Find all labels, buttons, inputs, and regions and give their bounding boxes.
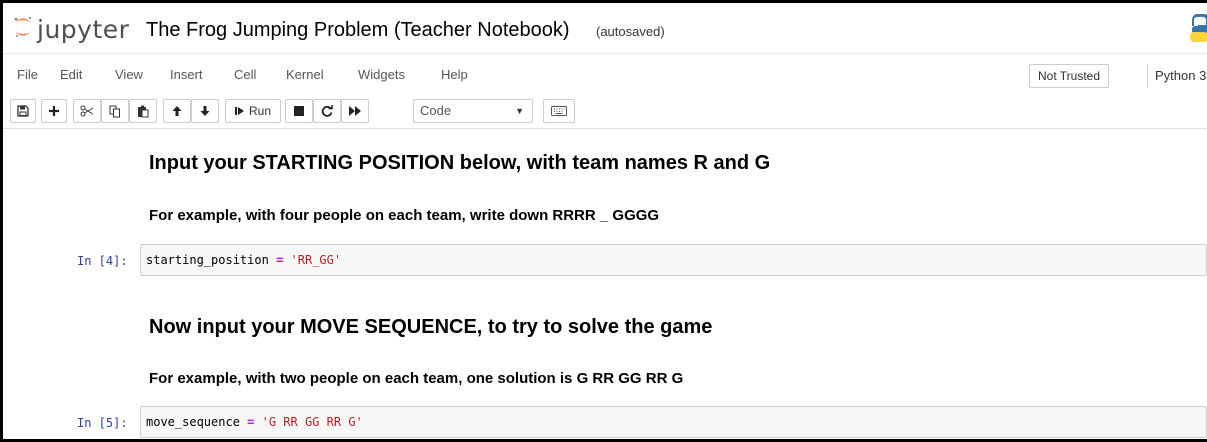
arrow-down-icon — [199, 105, 211, 117]
chevron-down-icon: ▼ — [515, 106, 524, 116]
kernel-separator — [1147, 64, 1148, 88]
cut-button[interactable] — [73, 99, 101, 123]
markdown-subheading-starting-example[interactable]: For example, with four people on each te… — [149, 207, 659, 224]
menu-widgets[interactable]: Widgets — [358, 67, 405, 82]
menu-edit[interactable]: Edit — [60, 67, 82, 82]
python-logo-icon — [1186, 14, 1207, 49]
code-cell-starting-position[interactable]: starting_position = 'RR_GG' — [140, 244, 1207, 276]
move-up-button[interactable] — [163, 99, 191, 123]
paste-button[interactable] — [129, 99, 157, 123]
menu-kernel[interactable]: Kernel — [286, 67, 324, 82]
menu-view[interactable]: View — [115, 67, 143, 82]
move-down-button[interactable] — [191, 99, 219, 123]
jupyter-window: jupyter The Frog Jumping Problem (Teache… — [0, 0, 1207, 442]
copy-button[interactable] — [101, 99, 129, 123]
notebook-title[interactable]: The Frog Jumping Problem (Teacher Notebo… — [146, 19, 570, 42]
markdown-subheading-move-example[interactable]: For example, with two people on each tea… — [149, 370, 683, 387]
menu-file[interactable]: File — [17, 67, 38, 82]
kernel-name[interactable]: Python 3 — [1155, 68, 1206, 83]
code-cell-move-sequence[interactable]: move_sequence = 'G RR GG RR G' — [140, 406, 1207, 438]
code-operator: = — [247, 415, 255, 429]
markdown-heading-starting-position[interactable]: Input your STARTING POSITION below, with… — [149, 152, 770, 175]
code-operator: = — [276, 253, 284, 267]
code-string: 'G RR GG RR G' — [261, 415, 363, 429]
header: jupyter The Frog Jumping Problem (Teache… — [3, 3, 1207, 53]
fast-forward-icon — [349, 106, 361, 116]
step-forward-icon — [234, 106, 245, 116]
command-palette-button[interactable] — [543, 99, 575, 123]
menu-cell[interactable]: Cell — [234, 67, 256, 82]
save-button[interactable] — [10, 99, 36, 123]
plus-icon — [48, 105, 60, 117]
autosave-status: (autosaved) — [596, 24, 665, 39]
interrupt-button[interactable] — [285, 99, 313, 123]
jupyter-logo[interactable]: jupyter — [13, 15, 129, 44]
stop-icon — [294, 106, 304, 116]
input-prompt: In [4]: — [77, 254, 128, 268]
code-variable: starting_position — [146, 253, 269, 267]
run-label: Run — [248, 104, 271, 118]
input-prompt: In [5]: — [77, 416, 128, 430]
save-icon — [17, 105, 29, 117]
code-string: 'RR_GG' — [290, 253, 342, 267]
restart-kernel-button[interactable] — [313, 99, 341, 123]
copy-icon — [109, 105, 121, 118]
cell-type-select[interactable]: Code ▼ — [413, 99, 533, 123]
menubar: File Edit View Insert Cell Kernel Widget… — [3, 53, 1207, 95]
cell-type-value: Code — [420, 103, 452, 118]
jupyter-logo-icon — [13, 15, 33, 44]
toolbar: Run Code ▼ — [3, 95, 1207, 129]
scissors-icon — [80, 105, 94, 117]
paste-icon — [137, 105, 149, 118]
trusted-indicator[interactable]: Not Trusted — [1029, 64, 1109, 88]
run-button[interactable]: Run — [225, 99, 281, 123]
menu-insert[interactable]: Insert — [170, 67, 203, 82]
notebook-container: Input your STARTING POSITION below, with… — [3, 129, 1207, 439]
restart-run-all-button[interactable] — [341, 99, 369, 123]
refresh-icon — [321, 105, 333, 117]
markdown-heading-move-sequence[interactable]: Now input your MOVE SEQUENCE, to try to … — [149, 316, 712, 339]
menu-help[interactable]: Help — [441, 67, 468, 82]
arrow-up-icon — [171, 105, 183, 117]
jupyter-logo-text: jupyter — [37, 15, 130, 44]
keyboard-icon — [551, 106, 567, 116]
insert-cell-button[interactable] — [41, 99, 67, 123]
code-variable: move_sequence — [146, 415, 240, 429]
